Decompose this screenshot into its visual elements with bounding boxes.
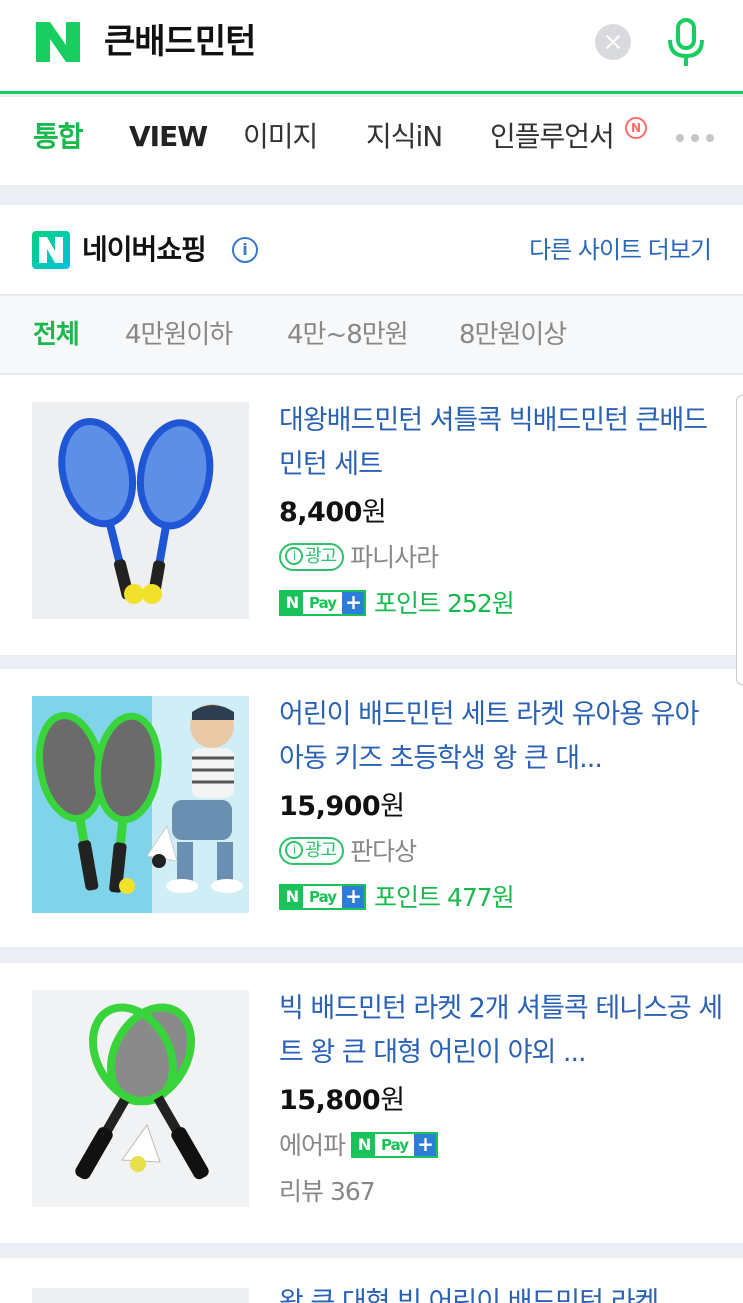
search-tabs: 통합 VIEW 이미지 지식iN 인플루언서 N — [0, 97, 743, 185]
points-text: 포인트 477원 — [374, 883, 515, 912]
product-image[interactable] — [32, 402, 249, 619]
ad-badge[interactable]: i 광고 — [279, 837, 345, 865]
product-card[interactable]: 왕 큰 대형 빅 어린이 배드민턴 라켓 — [0, 1258, 743, 1303]
shopping-header: 네이버쇼핑 i 다른 사이트 더보기 — [0, 205, 743, 295]
naver-pay-icon: N Pay + — [279, 884, 367, 910]
tab-kin[interactable]: 지식iN — [366, 119, 443, 155]
tab-view[interactable]: VIEW — [129, 119, 208, 155]
product-info: 대왕배드민턴 셔틀콕 빅배드민턴 큰배드민턴 세트 8,400원 i 광고 파니사라… — [279, 399, 724, 627]
product-image[interactable] — [32, 990, 249, 1207]
naver-shopping-logo-icon — [32, 231, 70, 269]
seller-name[interactable]: 판다상 — [350, 837, 417, 866]
section-title: 네이버쇼핑 — [82, 233, 207, 266]
product-price: 15,800원 — [279, 1085, 405, 1116]
search-bar: 큰배드민턴 — [0, 0, 743, 94]
product-info: 빅 배드민턴 라켓 2개 셔틀콕 테니스공 세트 왕 큰 대형 어린이 야외 .… — [279, 987, 724, 1215]
info-icon[interactable]: i — [232, 237, 258, 263]
product-info: 어린이 배드민턴 세트 라켓 유아용 유아 아동 키즈 초등학생 왕 큰 대..… — [279, 693, 724, 921]
product-price: 8,400원 — [279, 497, 387, 528]
scrollbar[interactable] — [736, 395, 743, 685]
product-title[interactable]: 어린이 배드민턴 세트 라켓 유아용 유아 아동 키즈 초등학생 왕 큰 대..… — [279, 693, 724, 781]
benefit-row: N Pay + 포인트 477원 — [279, 875, 724, 921]
product-title[interactable]: 왕 큰 대형 빅 어린이 배드민턴 라켓 — [279, 1280, 659, 1303]
microphone-icon[interactable] — [664, 18, 708, 68]
product-card[interactable]: 빅 배드민턴 라켓 2개 셔틀콕 테니스공 세트 왕 큰 대형 어린이 야외 .… — [0, 963, 743, 1243]
review-count[interactable]: 리뷰 367 — [279, 1169, 724, 1215]
seller-row: 에어파 N Pay + — [279, 1123, 724, 1169]
product-card[interactable]: 대왕배드민턴 셔틀콕 빅배드민턴 큰배드민턴 세트 8,400원 i 광고 파니사라… — [0, 375, 743, 655]
naver-pay-icon: N Pay + — [351, 1132, 439, 1158]
tab-all[interactable]: 통합 — [33, 119, 84, 155]
naver-logo-icon[interactable] — [36, 22, 80, 62]
new-badge: N — [625, 117, 647, 139]
product-price: 15,900원 — [279, 791, 405, 822]
points-text: 포인트 252원 — [374, 589, 515, 618]
search-input[interactable]: 큰배드민턴 — [104, 20, 256, 64]
product-title[interactable]: 빅 배드민턴 라켓 2개 셔틀콕 테니스공 세트 왕 큰 대형 어린이 야외 .… — [279, 987, 724, 1075]
product-image[interactable] — [32, 696, 249, 913]
product-image[interactable] — [32, 1288, 249, 1303]
price-filters: 전체 4만원이하 4만~8만원 8만원이상 — [0, 296, 743, 374]
more-sites-link[interactable]: 다른 사이트 더보기 — [529, 233, 712, 267]
ad-badge[interactable]: i 광고 — [279, 543, 345, 571]
filter-over-80k[interactable]: 8만원이상 — [459, 318, 567, 352]
clear-search-icon[interactable] — [595, 24, 631, 60]
product-title[interactable]: 대왕배드민턴 셔틀콕 빅배드민턴 큰배드민턴 세트 — [279, 399, 724, 487]
info-icon: i — [285, 547, 303, 565]
tab-images[interactable]: 이미지 — [243, 119, 318, 155]
naver-pay-icon: N Pay + — [279, 590, 367, 616]
tab-influencer[interactable]: 인플루언서 — [490, 119, 615, 155]
seller-name[interactable]: 에어파 — [279, 1131, 346, 1160]
benefit-row: N Pay + 포인트 252원 — [279, 581, 724, 627]
filter-40k-80k[interactable]: 4만~8만원 — [287, 318, 409, 352]
seller-name[interactable]: 파니사라 — [350, 543, 439, 572]
seller-row: i 광고 파니사라 — [279, 535, 724, 581]
product-card[interactable]: 어린이 배드민턴 세트 라켓 유아용 유아 아동 키즈 초등학생 왕 큰 대..… — [0, 669, 743, 947]
filter-all[interactable]: 전체 — [33, 318, 80, 352]
seller-row: i 광고 판다상 — [279, 829, 724, 875]
filter-under-40k[interactable]: 4만원이하 — [125, 318, 233, 352]
more-tabs-icon[interactable] — [676, 134, 721, 142]
info-icon: i — [285, 841, 303, 859]
